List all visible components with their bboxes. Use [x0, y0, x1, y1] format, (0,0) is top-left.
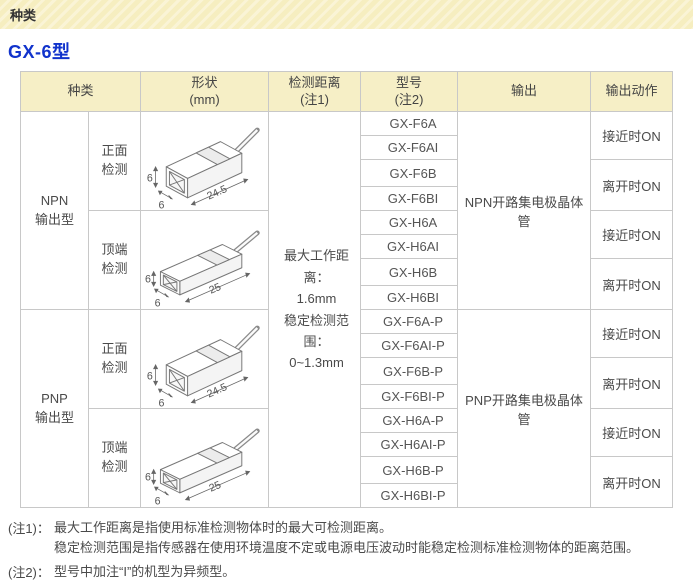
footnote-2-label: (注2)：: [8, 562, 54, 581]
model-cell: GX-H6AI-P: [361, 433, 458, 457]
col-header-action: 输出动作: [591, 72, 673, 112]
model-cell: GX-H6A-P: [361, 409, 458, 433]
action-cell: 离开时ON: [591, 259, 673, 310]
footnotes: (注1)： 最大工作距离是指使用标准检测物体时的最大可检测距离。 稳定检测范围是…: [8, 518, 693, 582]
model-cell: GX-F6BI: [361, 187, 458, 211]
section-header-bar: 种类: [0, 0, 693, 29]
col-header-distance: 检测距离 (注1): [269, 72, 361, 112]
output-cell-npn: NPN开路集电极晶体管: [458, 112, 591, 310]
model-cell: GX-F6BI-P: [361, 385, 458, 409]
dim-length-label: 25: [207, 281, 223, 297]
dim-height-label: 6: [146, 370, 152, 382]
footnote-1: (注1)： 最大工作距离是指使用标准检测物体时的最大可检测距离。 稳定检测范围是…: [8, 518, 693, 558]
dim-height-label: 6: [144, 471, 150, 483]
model-cell: GX-F6A-P: [361, 310, 458, 334]
action-cell: 接近时ON: [591, 112, 673, 160]
dim-width-label: 6: [158, 199, 164, 210]
col-header-model: 型号 (注2): [361, 72, 458, 112]
action-cell: 离开时ON: [591, 160, 673, 211]
dim-width-label: 6: [158, 397, 164, 408]
action-cell: 接近时ON: [591, 310, 673, 358]
model-cell: GX-H6B: [361, 259, 458, 286]
shape-cell-top-pnp: 6 6 25: [141, 409, 269, 508]
model-cell: GX-F6B-P: [361, 358, 458, 385]
header-row: 种类 形状 (mm) 检测距离 (注1) 型号 (注2) 输出 输出动作: [21, 72, 673, 112]
action-cell: 接近时ON: [591, 409, 673, 457]
footnote-1-line2: 稳定检测范围是指传感器在使用环境温度不定或电源电压波动时能稳定检测标准检测物体的…: [54, 538, 693, 558]
shape-cell-front-npn: 6 6 24.5: [141, 112, 269, 211]
dim-width-label: 6: [154, 298, 160, 310]
footnote-1-text: 最大工作距离是指使用标准检测物体时的最大可检测距离。 稳定检测范围是指传感器在使…: [54, 518, 693, 558]
table-row: NPN 输出型 正面 检测: [21, 112, 673, 136]
detect-mode-front: 正面 检测: [89, 112, 141, 211]
output-cell-pnp: PNP开路集电极晶体管: [458, 310, 591, 508]
row-group-pnp: PNP 输出型: [21, 310, 89, 508]
action-cell: 接近时ON: [591, 211, 673, 259]
dim-length-label: 25: [207, 479, 223, 495]
distance-cell: 最大工作距离： 1.6mm 稳定检测范围： 0~1.3mm: [269, 112, 361, 508]
detect-mode-top: 顶端 检测: [89, 211, 141, 310]
spec-table: 种类 形状 (mm) 检测距离 (注1) 型号 (注2) 输出 输出动作 NPN…: [20, 71, 673, 508]
action-cell: 离开时ON: [591, 457, 673, 508]
dim-height-label: 6: [146, 172, 152, 184]
model-cell: GX-H6BI-P: [361, 484, 458, 508]
footnote-2: (注2)： 型号中加注“I”的机型为异频型。: [8, 562, 693, 582]
action-cell: 离开时ON: [591, 358, 673, 409]
row-group-npn: NPN 输出型: [21, 112, 89, 310]
footnote-1-line1: 最大工作距离是指使用标准检测物体时的最大可检测距离。: [54, 518, 693, 538]
sensor-diagram-front-detection: 6 6 24.5: [143, 310, 267, 408]
model-cell: GX-H6BI: [361, 286, 458, 310]
shape-cell-front-pnp: 6 6 24.5: [141, 310, 269, 409]
detect-mode-front: 正面 检测: [89, 310, 141, 409]
footnote-1-label: (注1)：: [8, 518, 54, 537]
model-cell: GX-F6AI-P: [361, 334, 458, 358]
col-header-output: 输出: [458, 72, 591, 112]
page-title: GX-6型: [8, 38, 693, 64]
shape-cell-top-npn: 6 6 25: [141, 211, 269, 310]
detect-mode-top: 顶端 检测: [89, 409, 141, 508]
sensor-diagram-front-detection: 6 6 24.5: [143, 112, 267, 210]
model-cell: GX-F6A: [361, 112, 458, 136]
sensor-diagram-top-detection: 6 6 25: [143, 409, 267, 507]
model-cell: GX-F6B: [361, 160, 458, 187]
dim-height-label: 6: [144, 273, 150, 285]
col-header-shape: 形状 (mm): [141, 72, 269, 112]
sensor-diagram-top-detection: 6 6 25: [143, 211, 267, 309]
model-cell: GX-H6B-P: [361, 457, 458, 484]
model-cell: GX-F6AI: [361, 136, 458, 160]
dim-width-label: 6: [154, 496, 160, 508]
footnote-2-text: 型号中加注“I”的机型为异频型。: [54, 562, 693, 582]
section-header-label: 种类: [10, 5, 36, 24]
col-header-kind: 种类: [21, 72, 141, 112]
model-cell: GX-H6AI: [361, 235, 458, 259]
model-cell: GX-H6A: [361, 211, 458, 235]
